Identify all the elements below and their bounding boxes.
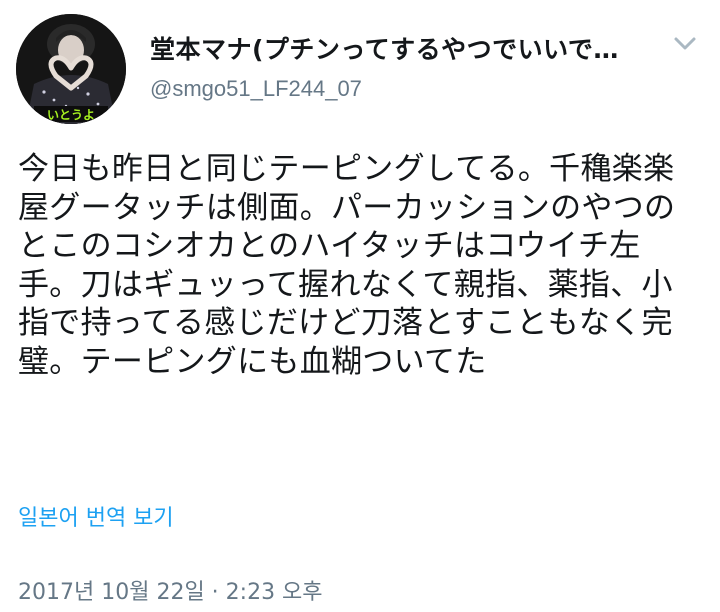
display-name[interactable]: 堂本マナ(プチンってするやつでいいで… bbox=[150, 30, 670, 66]
avatar[interactable]: いとうよ bbox=[16, 14, 126, 124]
user-handle[interactable]: @smgo51_LF244_07 bbox=[150, 76, 362, 102]
timestamp[interactable]: 2017년 10월 22일 · 2:23 오후 bbox=[18, 574, 323, 606]
tweet-text: 今日も昨日と同じテーピングしてる。千穐楽楽屋グータッチは側面。パーカッションのや… bbox=[18, 151, 676, 380]
translate-link[interactable]: 일본어 번역 보기 bbox=[18, 500, 174, 532]
chevron-down-icon[interactable] bbox=[672, 34, 698, 54]
avatar-caption: いとうよ bbox=[47, 108, 95, 122]
tweet-card: いとうよ 堂本マナ(プチンってするやつでいいで… @smgo51_LF244_0… bbox=[0, 0, 720, 612]
avatar-image: いとうよ bbox=[16, 14, 126, 124]
